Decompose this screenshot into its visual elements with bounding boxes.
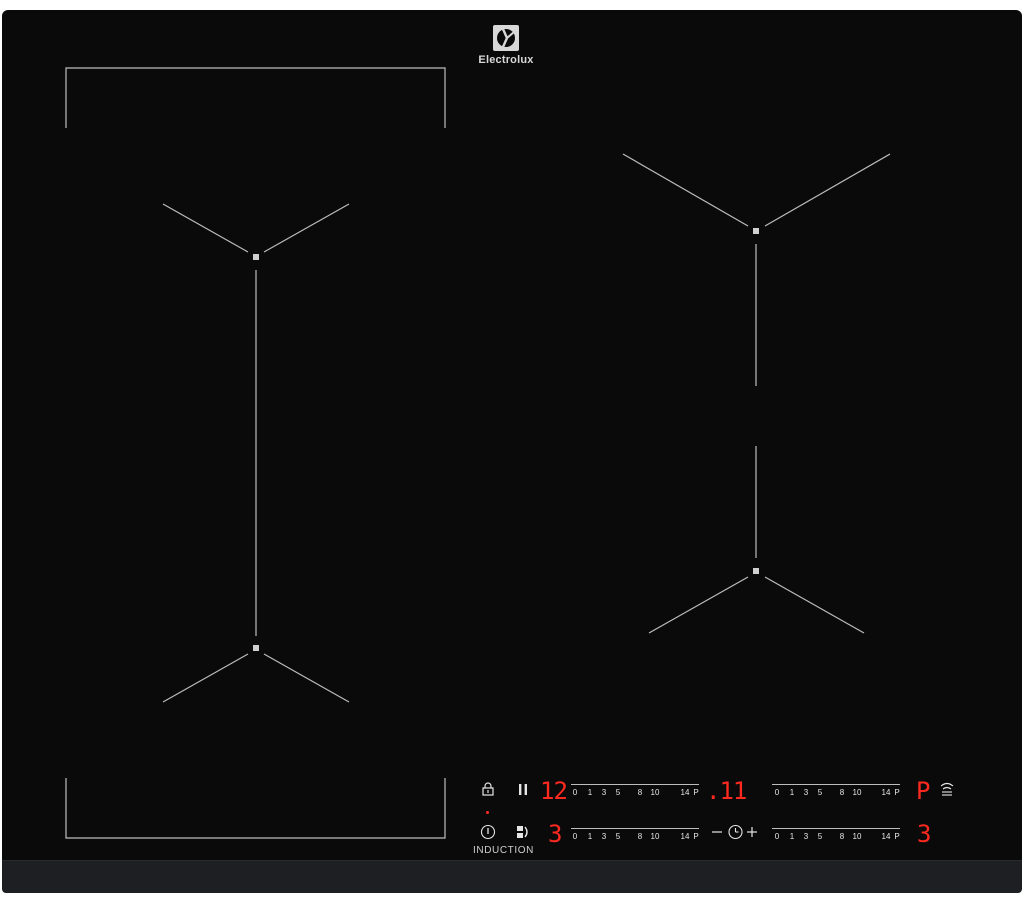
scale-tick: 10 [650,788,660,797]
scale-tick: 1 [587,788,593,797]
zone-display-right-indicator: P [916,777,930,805]
electrolux-logo-icon [493,25,519,51]
scale-tick: 8 [839,832,845,841]
pause-icon[interactable] [518,783,528,796]
scale-tick: 14 [881,788,891,797]
scale-tick: 0 [774,832,780,841]
scale-tick: 1 [789,788,795,797]
scale-tick: 5 [615,788,621,797]
scale-tick: 8 [839,788,845,797]
scale-tick: 3 [601,788,607,797]
scale-tick: 3 [803,788,809,797]
brand-name: Electrolux [478,54,534,66]
power-icon[interactable] [480,824,496,840]
scale-tick: 8 [637,788,643,797]
bridge-icon[interactable] [516,825,530,839]
scale-tick: 14 [881,832,891,841]
scale-tick: 10 [852,788,862,797]
minus-icon[interactable] [711,830,723,834]
scale-tick: P [693,788,699,797]
plus-icon[interactable] [746,826,758,838]
power-slider-front-left-bottom[interactable]: 0 1 3 5 8 10 14 P [571,828,699,848]
scale-tick: 0 [572,832,578,841]
scale-tick: 5 [615,832,621,841]
lock-icon[interactable] [481,782,495,796]
zone-center-dot [253,645,259,651]
scale-tick: 14 [680,832,690,841]
scale-tick: 5 [817,832,823,841]
brand-logo: Electrolux [474,24,538,76]
scale-tick: 3 [601,832,607,841]
lock-indicator-led [486,811,489,814]
scale-tick: 5 [817,788,823,797]
scale-tick: 0 [774,788,780,797]
induction-label: INDUCTION [473,845,534,856]
zone-center-dot [753,568,759,574]
zone-display-front-right: 3 [917,820,931,848]
zone-center-dot [253,254,259,260]
cooking-zone-markings [65,67,891,839]
zone-display-front-left-top: 12 [540,777,568,805]
scale-tick: P [894,788,900,797]
power-slider-front-right[interactable]: 0 1 3 5 8 10 14 P [772,828,900,848]
scale-tick: 1 [587,832,593,841]
hob2hood-icon[interactable] [939,781,955,797]
zone-center-dot [753,228,759,234]
zone-display-front-left-bottom: 3 [548,820,562,848]
timer-icon[interactable] [727,823,744,840]
scale-tick: 10 [650,832,660,841]
scale-tick: 0 [572,788,578,797]
scale-tick: 1 [789,832,795,841]
scale-tick: 10 [852,832,862,841]
power-slider-front-left-top[interactable]: 0 1 3 5 8 10 14 P [571,784,699,804]
scale-tick: P [693,832,699,841]
scale-tick: 14 [680,788,690,797]
scale-tick: P [894,832,900,841]
scale-tick: 3 [803,832,809,841]
power-slider-rear-right[interactable]: 0 1 3 5 8 10 14 P [772,784,900,804]
zone-display-rear-right: .11 [706,777,747,805]
scale-tick: 8 [637,832,643,841]
